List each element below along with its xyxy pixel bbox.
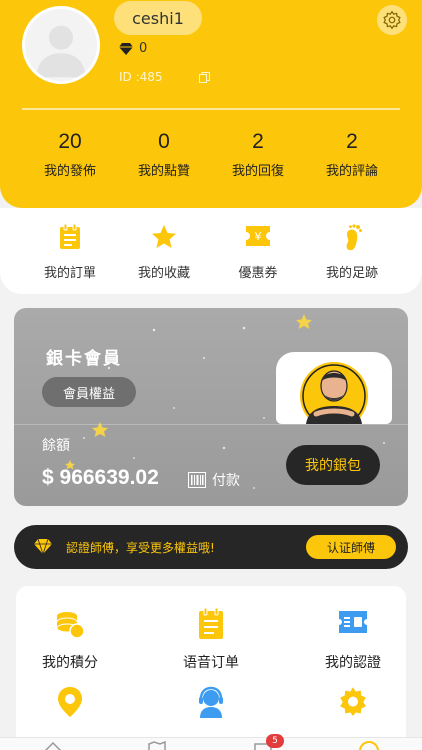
certify-button[interactable]: 认证師傅 <box>306 535 396 559</box>
feature-points[interactable]: 我的積分 <box>15 608 125 672</box>
feature-label: 我的積分 <box>42 655 98 671</box>
card-divider <box>14 424 408 425</box>
flower-gear-icon <box>340 687 366 716</box>
coupon-icon: ¥ <box>246 226 270 246</box>
username: ceshi1 <box>132 8 184 28</box>
stat-label: 我的回復 <box>231 164 284 179</box>
stat-value: 2 <box>346 130 358 153</box>
menu-coupons[interactable]: ¥ 優惠券 <box>211 208 305 294</box>
stat-label: 我的點贊 <box>137 164 190 179</box>
bottom-tab-bar: 5 <box>0 734 422 750</box>
certify-text: 認證師傅，享受更多權益哦! <box>66 541 215 555</box>
certify-button-label: 认证師傅 <box>326 540 375 555</box>
pay-label: 付款 <box>212 473 240 489</box>
avatar[interactable] <box>22 6 100 84</box>
stats-row: 20 我的發佈 0 我的點贊 2 我的回復 2 我的評論 <box>0 130 422 179</box>
svg-text:¥: ¥ <box>255 230 262 243</box>
footprint-icon <box>346 224 362 251</box>
pay-button[interactable]: 付款 <box>188 470 240 490</box>
stat-value: 2 <box>252 130 264 153</box>
menu-footprints[interactable]: 我的足跡 <box>305 208 399 294</box>
diamond-count: 0 <box>139 41 148 56</box>
feature-grid: 我的積分 语音订单 我的認證 <box>16 586 406 750</box>
home-icon[interactable] <box>44 741 62 750</box>
gear-icon <box>383 11 401 30</box>
stat-label: 我的發佈 <box>43 164 96 179</box>
quick-menu: 我的訂單 我的收藏 ¥ 優惠券 我的足跡 <box>0 208 422 294</box>
feature-voice-order[interactable]: 语音订单 <box>156 608 266 672</box>
stat-posts[interactable]: 20 我的發佈 <box>23 130 117 179</box>
copy-icon[interactable] <box>198 71 210 83</box>
menu-label: 優惠券 <box>238 266 278 281</box>
stat-likes[interactable]: 0 我的點贊 <box>117 130 211 179</box>
stat-replies[interactable]: 2 我的回復 <box>211 130 305 179</box>
card-title: 銀卡會員 <box>46 349 122 369</box>
barcode-icon <box>188 472 206 488</box>
stat-label: 我的評論 <box>325 164 378 179</box>
balance-value: $ 966639.02 <box>42 466 159 489</box>
header-divider <box>22 108 400 110</box>
profile-tab-icon[interactable] <box>358 741 380 750</box>
star-decor-icon <box>296 314 312 329</box>
menu-favorites[interactable]: 我的收藏 <box>117 208 211 294</box>
feature-certification[interactable]: 我的認證 <box>298 608 408 672</box>
discover-icon[interactable] <box>148 741 166 750</box>
user-id-row: ID :485 <box>119 70 210 84</box>
user-id: ID :485 <box>119 70 163 84</box>
certification-icon <box>339 611 367 633</box>
my-wallet-button[interactable]: 我的銀包 <box>286 445 380 485</box>
member-rights-button[interactable]: 會員權益 <box>42 377 136 407</box>
wallet-label: 我的銀包 <box>305 458 361 474</box>
rights-label: 會員權益 <box>62 386 115 402</box>
unread-badge: 5 <box>266 734 284 748</box>
voice-order-icon <box>199 608 223 639</box>
menu-orders[interactable]: 我的訂單 <box>23 208 117 294</box>
balance-label: 餘額 <box>42 438 70 454</box>
menu-label: 我的足跡 <box>325 266 378 281</box>
username-badge[interactable]: ceshi1 <box>114 1 202 35</box>
stat-value: 0 <box>158 130 170 153</box>
stat-comments[interactable]: 2 我的評論 <box>305 130 399 179</box>
settings-button[interactable] <box>377 5 407 35</box>
star-icon <box>152 225 176 248</box>
feature-location[interactable] <box>15 686 125 722</box>
profile-header: ceshi1 0 ID :485 20 我的發佈 0 我的點贊 2 我的回復 2… <box>0 0 422 208</box>
member-card: 銀卡會員 會員權益 餘額 $ 966639.02 付款 我的銀包 <box>14 308 408 506</box>
feature-settings[interactable] <box>298 686 408 722</box>
diamond-icon <box>34 539 52 554</box>
feature-support[interactable] <box>156 686 266 722</box>
menu-label: 我的訂單 <box>43 266 96 281</box>
mascot-photo <box>276 352 392 424</box>
feature-label: 语音订单 <box>183 655 239 671</box>
stat-value: 20 <box>58 130 82 153</box>
order-icon <box>60 224 80 249</box>
feature-label: 我的認證 <box>325 655 381 671</box>
menu-label: 我的收藏 <box>137 266 190 281</box>
location-pin-icon <box>58 687 82 717</box>
coins-icon <box>56 612 85 639</box>
certify-banner[interactable]: 認證師傅，享受更多權益哦! 认证師傅 <box>14 525 408 569</box>
default-avatar-icon <box>25 9 97 81</box>
mascot-portrait <box>300 362 368 424</box>
diamond-balance: 0 <box>119 41 147 56</box>
diamond-icon <box>119 42 133 55</box>
customer-service-icon <box>199 686 223 718</box>
